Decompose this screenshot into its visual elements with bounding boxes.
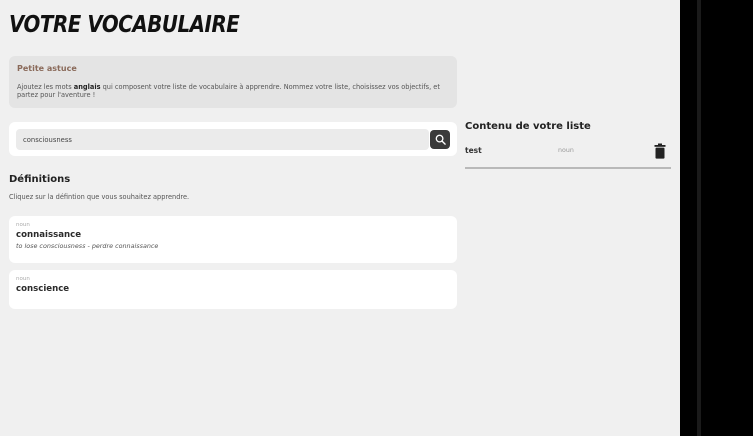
page-title: VOTRE VOCABULAIRE: [9, 12, 240, 38]
definition-example: to lose consciousness - perdre connaissa…: [16, 242, 159, 250]
search-icon: [435, 134, 446, 145]
definitions-subtitle: Cliquez sur la défintion que vous souhai…: [9, 193, 190, 201]
trash-icon[interactable]: [654, 143, 666, 159]
definition-pos: noun: [16, 222, 30, 228]
tip-text-bold: anglais: [73, 83, 101, 91]
search-card: [9, 122, 457, 156]
tip-title: Petite astuce: [17, 64, 77, 73]
list-item-word: test: [465, 146, 482, 155]
definition-card[interactable]: noun connaissance to lose consciousness …: [9, 216, 457, 263]
definition-word: conscience: [16, 284, 70, 294]
search-button[interactable]: [430, 130, 450, 149]
definition-word: connaissance: [16, 230, 82, 240]
definition-pos: noun: [16, 276, 30, 282]
tip-text-start: Ajoutez les mots: [17, 83, 74, 91]
panel-divider: [697, 0, 701, 436]
list-title: Contenu de votre liste: [465, 121, 591, 132]
definitions-title: Définitions: [9, 174, 71, 185]
tip-text: Ajoutez les mots anglais qui composent v…: [17, 83, 449, 99]
list-item: test noun: [465, 140, 671, 169]
search-input[interactable]: [16, 129, 429, 150]
definition-card[interactable]: noun conscience: [9, 270, 457, 309]
right-dark-panel: [680, 0, 753, 436]
list-item-pos: noun: [558, 147, 574, 154]
tip-box: Petite astuce Ajoutez les mots anglais q…: [9, 56, 457, 108]
